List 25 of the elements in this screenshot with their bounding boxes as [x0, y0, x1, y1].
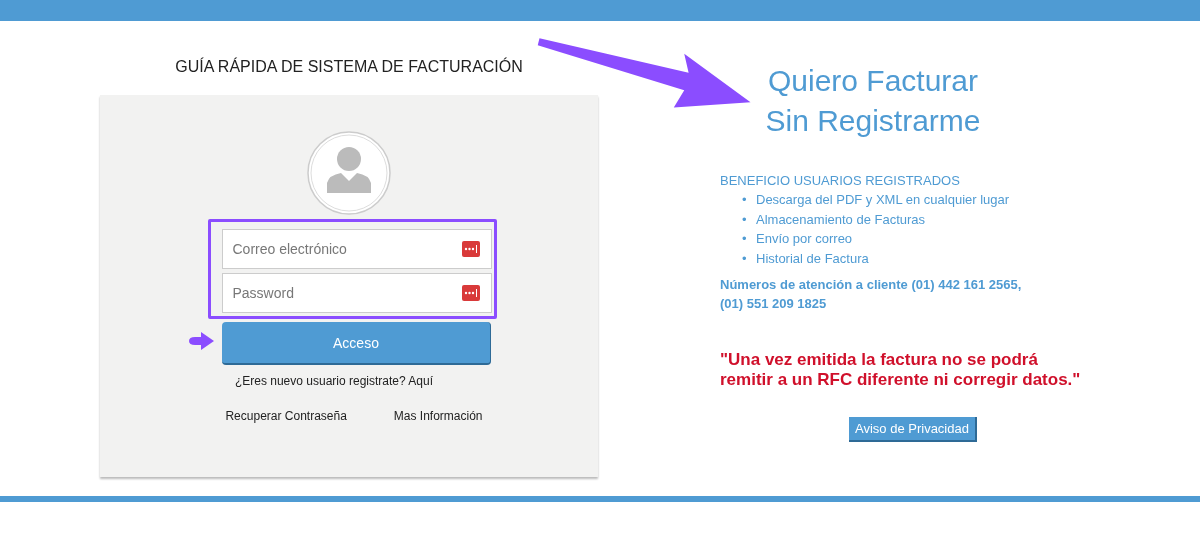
register-link[interactable]: ¿Eres nuevo usuario registrate? Aquí	[234, 374, 434, 388]
contact-text: (01) 551 209 1825	[720, 295, 828, 313]
warning-text: remitir a un RFC diferente ni corregir datos."	[720, 370, 1082, 390]
benefit-item: Historial de Factura	[756, 250, 869, 266]
benefits-title: BENEFICIO USUARIOS REGISTRADOS	[720, 173, 961, 188]
benefit-item: Almacenamiento de Facturas	[756, 211, 926, 227]
bullet: •	[742, 249, 748, 268]
password-field[interactable]: Password	[221, 273, 492, 313]
contact-text: Números de atención a cliente (01) 442 161 2565,	[720, 276, 1023, 294]
guide-title: GUÍA RÁPIDA DE SISTEMA DE FACTURACIÓN	[175, 58, 523, 77]
recover-password-link[interactable]: Recuperar Contraseña	[225, 409, 347, 423]
warning-text: "Una vez emitida la factura no se podrá	[720, 350, 1039, 370]
login-button[interactable]: Acceso	[222, 322, 491, 365]
user-avatar-icon	[307, 131, 391, 215]
email-field[interactable]: Correo electrónico	[221, 229, 492, 269]
bullet: •	[742, 210, 748, 229]
cta-heading[interactable]: Quiero Facturar	[758, 61, 988, 101]
cta-heading[interactable]: Sin Registrarme	[758, 101, 988, 141]
privacy-button[interactable]: Aviso de Privacidad	[849, 417, 977, 442]
bullet: •	[742, 191, 748, 209]
arrow-icon	[187, 331, 215, 351]
benefit-item: Envío por correo	[756, 231, 853, 246]
benefit-item: Descarga del PDF y XML en cualquier lugar	[756, 192, 1010, 207]
more-info-link[interactable]: Mas Información	[393, 409, 483, 423]
bullet: •	[742, 230, 748, 248]
